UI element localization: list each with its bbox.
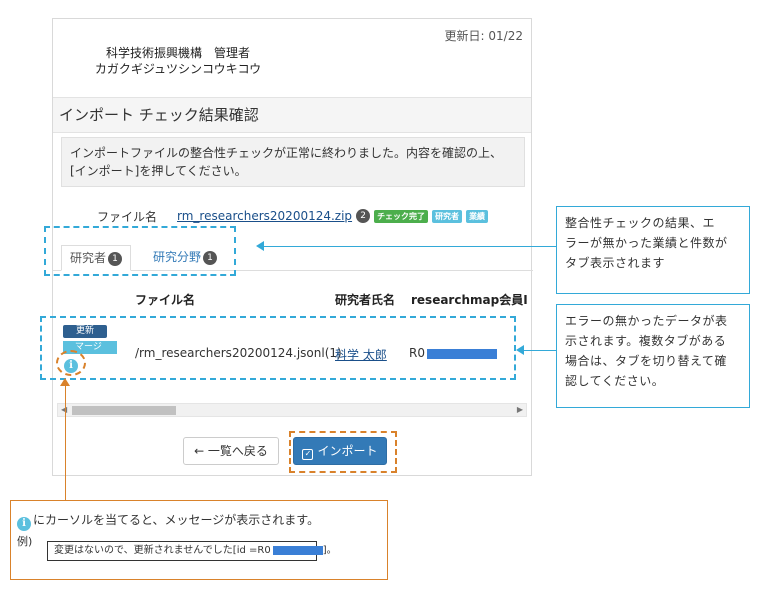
data-callout-line-3: 場合は、タブを切り替えて確 (565, 354, 727, 368)
data-callout: エラーの無かったデータが表 示されます。複数タブがある 場合は、タブを切り替えて… (556, 304, 750, 408)
tag-check-complete: チェック完了 (374, 209, 429, 223)
tip-text: にカーソルを当てると、メッセージが表示されます。 (33, 513, 320, 527)
tag-achievement: 業績 (466, 209, 489, 223)
tabs-arrow-head (256, 241, 264, 251)
column-header-researcher: 研究者氏名 (335, 293, 396, 307)
tabs-callout-line-2: ラーが無かった業績と件数が (565, 236, 728, 250)
file-link[interactable]: rm_researchers20200124.zip (177, 209, 352, 223)
scroll-right-icon[interactable]: ▶ (517, 404, 523, 416)
org-name: 科学技術振興機構 管理者 (105, 46, 250, 60)
tip-info-icon: i (17, 517, 31, 531)
tip-redacted-id (272, 545, 323, 555)
page-title: インポート チェック結果確認 (53, 97, 531, 133)
data-callout-line-1: エラーの無かったデータが表 (565, 314, 728, 328)
org-kana: カガクギジュツシンコウキコウ (94, 62, 262, 76)
screenshot-canvas: 更新日: 01/22 科学技術振興機構 管理者 カガクギジュツシンコウキコウ イ… (0, 0, 758, 600)
tip-example-label: 例) (17, 535, 33, 548)
data-callout-line-2: 示されます。複数タブがある (565, 334, 727, 348)
tabs-arrow-line (262, 246, 556, 247)
info-arrow-head (60, 378, 70, 386)
notice-line-2: [インポート]を押してください。 (70, 164, 247, 178)
data-arrow-line (522, 350, 556, 351)
info-arrow-line (65, 384, 66, 500)
data-row-highlight (40, 316, 516, 380)
updated-date: 更新日: 01/22 (444, 29, 523, 43)
file-label: ファイル名 (97, 209, 158, 224)
column-header-member-id: researchmap会員ID (411, 293, 527, 307)
tip-message-prefix: 変更はないので、更新されませんでした[id =R0 (54, 545, 271, 556)
data-callout-line-4: 認してください。 (565, 374, 665, 388)
tip-message-suffix: ]。 (322, 545, 337, 556)
success-notice: インポートファイルの整合性チェックが正常に終わりました。内容を確認の上、 [イン… (61, 137, 525, 187)
tabs-callout-line-1: 整合性チェックの結果、エ (565, 216, 716, 230)
tabs-callout: 整合性チェックの結果、エ ラーが無かった業績と件数が タブ表示されます (556, 206, 750, 294)
notice-line-1: インポートファイルの整合性チェックが正常に終わりました。内容を確認の上、 (70, 146, 503, 160)
tooltip-explanation-box: i にカーソルを当てると、メッセージが表示されます。 例) 変更はないので、更新さ… (10, 500, 388, 580)
file-info-row: ファイル名 rm_researchers20200124.zip 2 チェック完… (97, 207, 489, 225)
scroll-thumb[interactable] (72, 406, 176, 415)
org-info: 科学技術振興機構 管理者 カガクギジュツシンコウキコウ (73, 45, 283, 77)
tip-example-message: 変更はないので、更新されませんでした[id =R0 ]。 (47, 541, 337, 561)
horizontal-scrollbar[interactable]: ◀ ▶ (57, 403, 527, 417)
info-icon-highlight (56, 350, 86, 376)
tabs-callout-line-3: タブ表示されます (565, 256, 666, 270)
data-arrow-head (516, 345, 524, 355)
column-header-file: ファイル名 (135, 293, 196, 307)
tabs-highlight (44, 226, 236, 276)
tip-text-line: i にカーソルを当てると、メッセージが表示されます。 (17, 511, 319, 531)
import-button-highlight (289, 431, 397, 473)
file-count-badge: 2 (356, 209, 371, 223)
tag-researcher: 研究者 (432, 209, 463, 223)
back-to-list-button[interactable]: ← 一覧へ戻る (183, 437, 279, 465)
